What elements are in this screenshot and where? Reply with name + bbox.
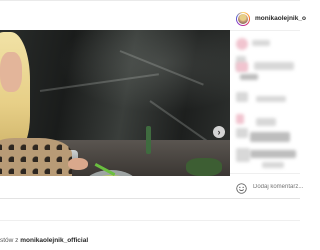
comment-divider	[230, 173, 300, 174]
chevron-right-icon[interactable]: ›	[213, 126, 225, 138]
bottle	[146, 126, 151, 154]
blurred-avatar	[236, 62, 248, 72]
blurred-text	[250, 150, 296, 158]
blurred-avatar	[236, 38, 248, 50]
blurred-avatar	[236, 114, 244, 124]
blurred-avatar	[236, 92, 248, 102]
blurred-text	[250, 132, 290, 142]
post-video[interactable]: ›	[0, 30, 230, 176]
blurred-avatar	[236, 148, 250, 162]
person-hand	[68, 158, 88, 170]
blurred-text	[240, 74, 258, 80]
footer-account-link[interactable]: monikaolejnik_official	[20, 237, 88, 244]
smiley-icon[interactable]	[236, 183, 247, 194]
person-body	[0, 138, 72, 176]
avatar[interactable]	[236, 12, 250, 26]
page-divider	[0, 198, 300, 199]
footer-prefix: stów z	[0, 237, 21, 244]
blurred-text	[256, 118, 276, 126]
blurred-text	[252, 40, 270, 46]
top-divider	[0, 0, 300, 1]
blurred-text	[262, 162, 284, 168]
plants	[186, 158, 222, 176]
marble-backsplash	[0, 30, 230, 140]
blurred-text	[256, 96, 286, 102]
person-face	[0, 52, 22, 92]
comment-input[interactable]	[253, 184, 313, 190]
username[interactable]: monikaolejnik_o	[255, 15, 306, 22]
person-hair	[0, 32, 30, 152]
blurred-text	[254, 62, 294, 70]
instagram-embed: › monikaolejnik_o	[0, 0, 313, 198]
header-divider	[230, 30, 300, 31]
footer-caption: stów z monikaolejnik_official	[0, 237, 88, 244]
blurred-avatar	[236, 128, 248, 138]
page-divider	[0, 220, 300, 221]
